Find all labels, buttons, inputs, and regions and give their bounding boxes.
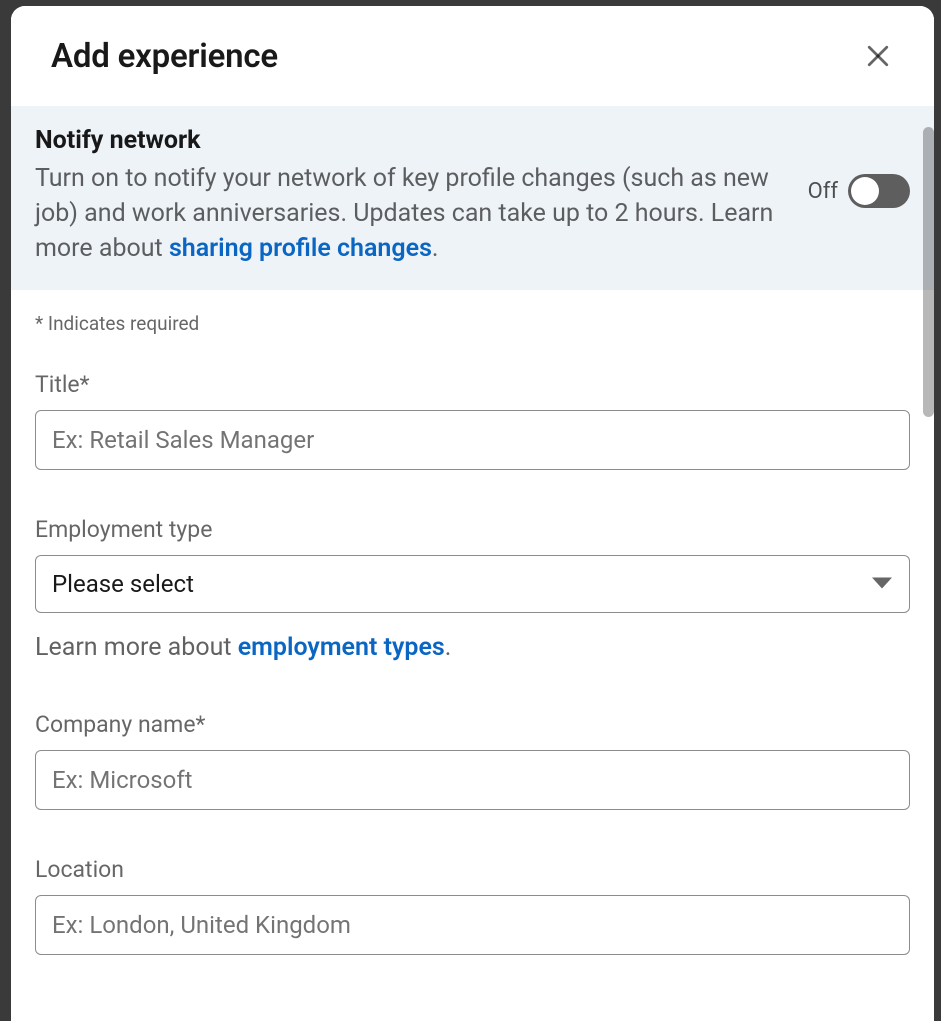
employment-type-help: Learn more about employment types.	[35, 631, 910, 665]
employment-help-prefix: Learn more about	[35, 633, 238, 662]
notify-description: Turn on to notify your network of key pr…	[35, 161, 792, 266]
employment-type-select-wrap: Please select	[35, 555, 910, 613]
toggle-knob-icon	[851, 177, 879, 205]
title-input[interactable]	[35, 410, 910, 470]
title-field: Title*	[35, 371, 910, 470]
employment-type-field: Employment type Please select Learn more…	[35, 516, 910, 665]
location-label: Location	[35, 856, 910, 883]
add-experience-modal: Add experience Notify network Turn on to…	[11, 6, 934, 1021]
employment-help-suffix: .	[445, 633, 452, 662]
company-name-field: Company name*	[35, 711, 910, 810]
title-label: Title*	[35, 371, 910, 398]
modal-header: Add experience	[11, 6, 934, 106]
location-input[interactable]	[35, 895, 910, 955]
notify-title: Notify network	[35, 126, 792, 155]
notify-toggle[interactable]	[848, 174, 910, 208]
required-indicator-note: * Indicates required	[35, 312, 910, 335]
notify-network-panel: Notify network Turn on to notify your ne…	[11, 106, 934, 290]
location-field: Location	[35, 856, 910, 955]
form-area: * Indicates required Title* Employment t…	[11, 290, 934, 955]
employment-type-label: Employment type	[35, 516, 910, 543]
scrollbar-track[interactable]	[923, 127, 934, 1021]
company-name-label: Company name*	[35, 711, 910, 738]
modal-body: Notify network Turn on to notify your ne…	[11, 106, 934, 1021]
modal-title: Add experience	[51, 37, 278, 76]
toggle-state-label: Off	[808, 179, 838, 204]
close-button[interactable]	[854, 32, 902, 80]
company-name-input[interactable]	[35, 750, 910, 810]
sharing-profile-changes-link[interactable]: sharing profile changes	[169, 234, 432, 263]
notify-text-block: Notify network Turn on to notify your ne…	[35, 126, 792, 266]
employment-types-link[interactable]: employment types	[238, 633, 445, 662]
notify-desc-suffix: .	[432, 234, 439, 263]
scrollbar-thumb[interactable]	[923, 127, 934, 417]
notify-toggle-group: Off	[808, 126, 910, 208]
employment-type-select[interactable]: Please select	[35, 555, 910, 613]
close-icon	[863, 41, 893, 71]
